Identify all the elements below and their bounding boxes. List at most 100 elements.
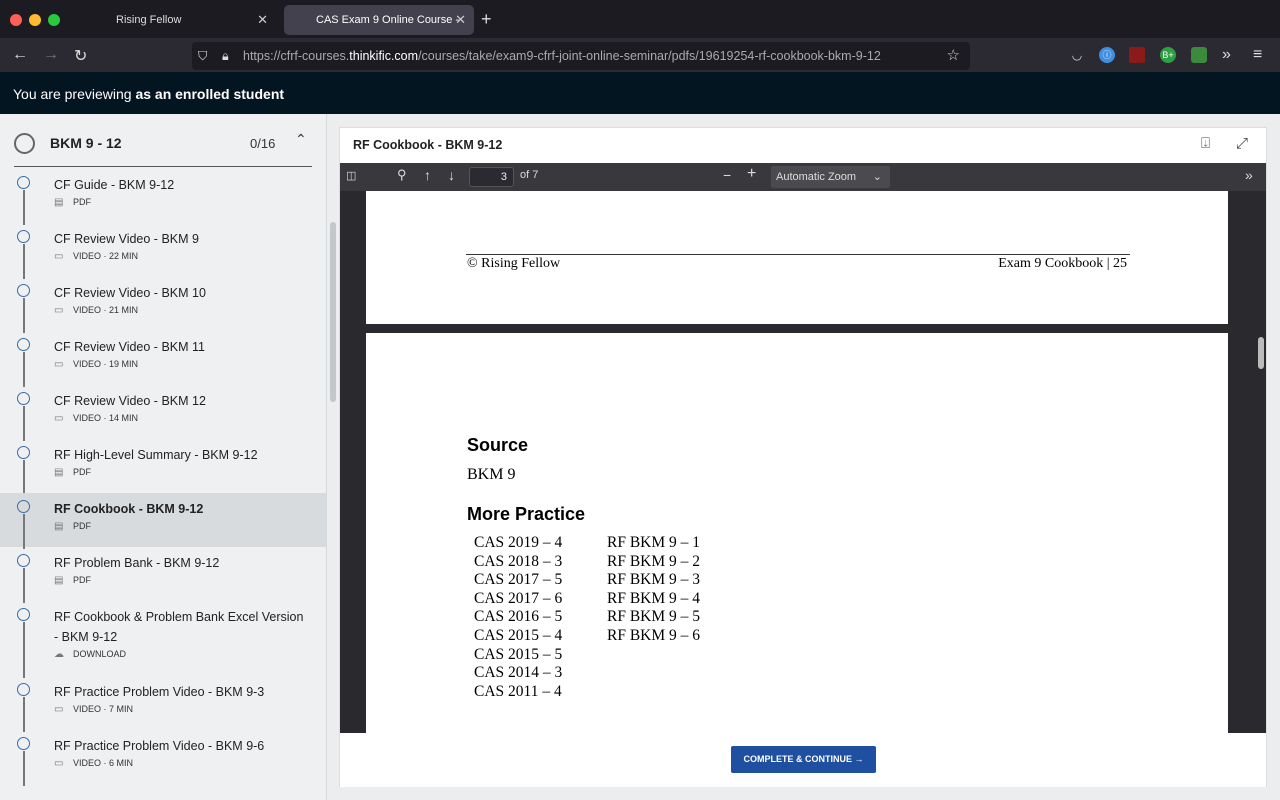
more-extensions-icon[interactable]: » (1222, 46, 1231, 64)
timeline-line (23, 697, 25, 732)
pdf-toolbar: ◫ ⚲ ↑ ↓ 3 of 7 − + Automatic Zoom ⌄ » (340, 163, 1266, 191)
cas-practice-item: CAS 2015 – 5 (474, 645, 563, 663)
lesson-item[interactable]: CF Review Video - BKM 11 ▭ VIDEO · 19 MIN (0, 331, 326, 387)
timeline-line (23, 352, 25, 387)
lesson-meta: VIDEO · 19 MIN (73, 359, 139, 369)
tab-cas-exam[interactable]: CAS Exam 9 Online Course - Ris✕ (284, 5, 474, 56)
video-icon: ▭ (54, 305, 64, 316)
lesson-status-icon (17, 737, 30, 750)
cas-practice-item: CAS 2017 – 5 (474, 571, 563, 589)
shield-icon: ⛉ (198, 49, 208, 63)
close-window-button[interactable] (10, 14, 22, 26)
source-text: BKM 9 (467, 466, 516, 483)
zoom-in-icon[interactable]: + (747, 165, 756, 183)
lesson-item[interactable]: CF Review Video - BKM 12 ▭ VIDEO · 14 MIN (0, 385, 326, 441)
url-path: /courses/take/exam9-cfrf-joint-online-se… (418, 49, 881, 63)
zoom-select[interactable]: Automatic Zoom ⌄ (771, 166, 890, 188)
timeline-line (23, 622, 25, 678)
url-bar[interactable]: ⛉ 🔒︎ https://cfrf-courses.thinkific.com/… (192, 42, 970, 70)
video-icon: ▭ (54, 359, 64, 370)
forward-button[interactable]: → (43, 46, 59, 64)
back-button[interactable]: ← (12, 46, 28, 64)
tab-rising-fellow[interactable]: Rising Fellow ✕ (84, 5, 276, 35)
fullscreen-icon[interactable]: ⤢ (1236, 135, 1248, 152)
bookmark-star-icon[interactable]: ☆ (947, 42, 960, 70)
lesson-item[interactable]: CF Review Video - BKM 10 ▭ VIDEO · 21 MIN (0, 277, 326, 333)
lesson-meta: VIDEO · 22 MIN (73, 251, 139, 261)
lesson-item[interactable]: RF Cookbook & Problem Bank Excel Version… (0, 601, 326, 678)
tools-icon[interactable]: » (1245, 167, 1253, 183)
pdf-scrollbar[interactable] (1258, 337, 1264, 369)
password-manager-icon[interactable]: ⓘ (1099, 47, 1115, 63)
chevron-up-icon[interactable]: ⌃ (295, 131, 307, 148)
lesson-item[interactable]: CF Guide - BKM 9-12 ▤ PDF (0, 169, 326, 225)
lesson-status-icon (17, 284, 30, 297)
lesson-status-icon (17, 500, 30, 513)
lesson-status-icon (17, 446, 30, 459)
pdf-icon: ▤ (54, 521, 64, 532)
cas-practice-item: CAS 2018 – 3 (474, 552, 563, 570)
video-icon: ▭ (54, 758, 64, 769)
lesson-item[interactable]: CF Review Video - BKM 9 ▭ VIDEO · 22 MIN (0, 223, 326, 279)
extension-icon[interactable] (1129, 47, 1145, 63)
cas-practice-item: CAS 2019 – 4 (474, 534, 563, 551)
rf-practice-item: RF BKM 9 – 6 (607, 626, 701, 644)
lesson-status-icon (17, 392, 30, 405)
url-prefix: https://cfrf-courses. (243, 49, 350, 63)
source-heading: Source (467, 435, 529, 455)
timeline-line (23, 514, 25, 549)
lesson-status-icon (17, 554, 30, 567)
page-footer-right: Exam 9 Cookbook | 25 (998, 256, 1127, 271)
rf-practice-item: RF BKM 9 – 2 (607, 552, 701, 570)
content-title: RF Cookbook - BKM 9-12 (353, 138, 503, 152)
nav-bar: ← → ↻ ⛉ 🔒︎ https://cfrf-courses.thinkifi… (0, 38, 1280, 72)
lesson-item[interactable]: RF High-Level Summary - BKM 9-12 ▤ PDF (0, 439, 326, 495)
close-tab-icon[interactable]: ✕ (455, 5, 466, 35)
rf-practice-item: RF BKM 9 – 1 (607, 534, 701, 551)
lesson-footer: COMPLETE & CONTINUE → (340, 733, 1266, 787)
new-tab-button[interactable]: + (481, 9, 492, 30)
lesson-meta: DOWNLOAD (73, 649, 127, 659)
minimize-window-button[interactable] (29, 14, 41, 26)
download-icon[interactable]: ⍗ (1201, 135, 1210, 152)
lesson-item[interactable]: RF Problem Bank - BKM 9-12 ▤ PDF (0, 547, 326, 603)
search-icon[interactable]: ⚲ (397, 167, 407, 183)
lesson-title: RF High-Level Summary - BKM 9-12 (54, 448, 258, 462)
cas-practice-item: CAS 2015 – 4 (474, 626, 563, 644)
previous-page-icon[interactable]: ↑ (424, 167, 431, 183)
lesson-status-icon (17, 338, 30, 351)
lesson-status-icon (17, 230, 30, 243)
zoom-out-icon[interactable]: − (723, 167, 731, 183)
print-extension-icon[interactable] (1191, 47, 1207, 63)
menu-icon[interactable]: ≡ (1253, 46, 1262, 64)
chapter-header[interactable]: BKM 9 - 12 0/16 ⌃ (14, 127, 312, 167)
lesson-title: CF Review Video - BKM 9 (54, 232, 199, 246)
grade-extension-icon[interactable]: B+ (1160, 47, 1176, 63)
lesson-meta: VIDEO · 21 MIN (73, 305, 139, 315)
pdf-viewer[interactable]: © Rising Fellow Exam 9 Cookbook | 25 Sou… (340, 191, 1266, 733)
lesson-item[interactable]: RF Practice Problem Video - BKM 9-6 ▭ VIDE… (0, 730, 326, 786)
timeline-line (23, 298, 25, 333)
complete-continue-button[interactable]: COMPLETE & CONTINUE → (731, 746, 876, 773)
sidebar-scrollbar[interactable] (330, 222, 336, 402)
url-domain: thinkific.com (349, 49, 419, 63)
lesson-meta: PDF (73, 521, 91, 531)
pdf-icon: ▤ (54, 575, 64, 586)
lesson-status-icon (17, 176, 30, 189)
chevron-down-icon: ⌄ (872, 171, 882, 183)
lesson-meta: VIDEO · 6 MIN (73, 758, 134, 768)
close-tab-icon[interactable]: ✕ (257, 5, 268, 35)
pocket-icon[interactable]: ◡ (1069, 47, 1085, 63)
video-icon: ▭ (54, 704, 64, 715)
pdf-icon: ▤ (54, 467, 64, 478)
chapter-title: BKM 9 - 12 (50, 135, 122, 151)
lesson-item[interactable]: RF Practice Problem Video - BKM 9-3 ▭ VIDE… (0, 676, 326, 732)
maximize-window-button[interactable] (48, 14, 60, 26)
cas-practice-item: CAS 2016 – 5 (474, 608, 563, 626)
next-page-icon[interactable]: ↓ (448, 167, 455, 183)
sidebar-toggle-icon[interactable]: ◫ (346, 169, 356, 182)
pdf-page-2: © Rising Fellow Exam 9 Cookbook | 25 (366, 191, 1228, 324)
reload-button[interactable]: ↻ (74, 46, 87, 66)
page-number-input[interactable]: 3 (469, 167, 514, 187)
lesson-item[interactable]: RF Cookbook - BKM 9-12 ▤ PDF (0, 493, 326, 549)
